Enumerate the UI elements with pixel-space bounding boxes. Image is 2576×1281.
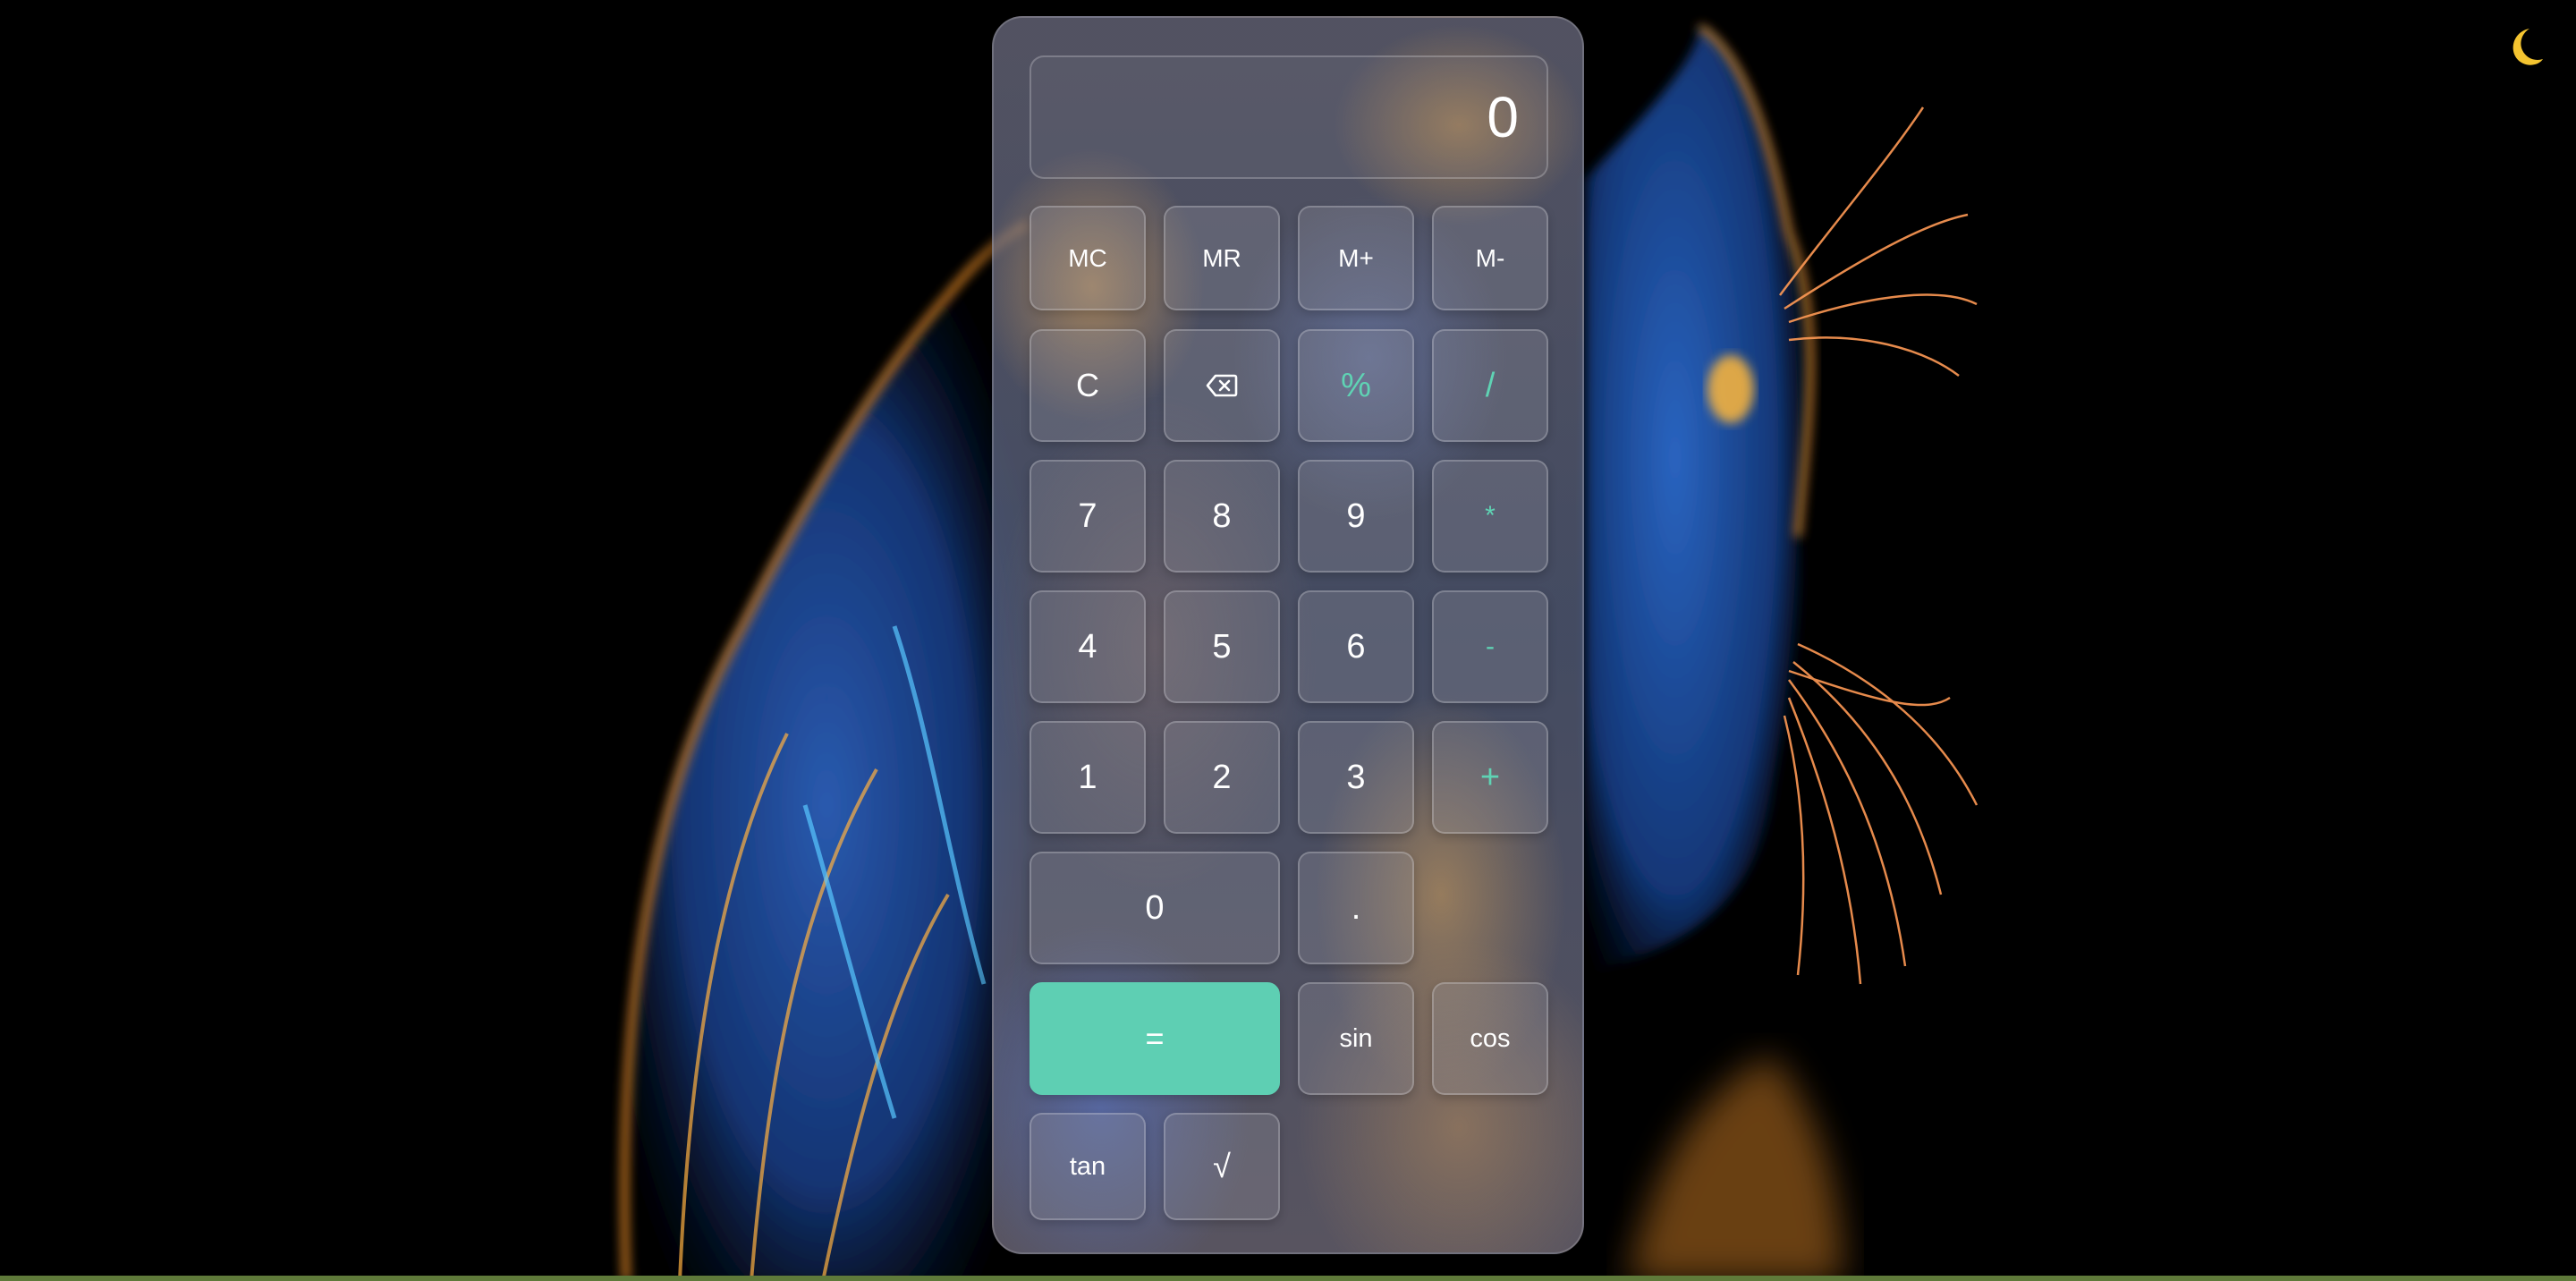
digit-2-button[interactable]: 2 <box>1164 721 1280 834</box>
divide-button[interactable]: / <box>1432 329 1548 442</box>
equals-button[interactable]: = <box>1030 982 1280 1095</box>
digit-7-button[interactable]: 7 <box>1030 460 1146 573</box>
calculator-display: 0 <box>1030 55 1548 179</box>
bottom-border <box>0 1276 2576 1281</box>
add-button[interactable]: + <box>1432 721 1548 834</box>
sin-button[interactable]: sin <box>1298 982 1414 1095</box>
decimal-button[interactable]: . <box>1298 852 1414 964</box>
multiply-button[interactable]: * <box>1432 460 1548 573</box>
backspace-icon <box>1206 374 1238 397</box>
memory-subtract-button[interactable]: M- <box>1432 206 1548 310</box>
memory-recall-button[interactable]: MR <box>1164 206 1280 310</box>
tan-button[interactable]: tan <box>1030 1113 1146 1220</box>
digit-8-button[interactable]: 8 <box>1164 460 1280 573</box>
clear-button[interactable]: C <box>1030 329 1146 442</box>
digit-9-button[interactable]: 9 <box>1298 460 1414 573</box>
backspace-button[interactable] <box>1164 329 1280 442</box>
digit-3-button[interactable]: 3 <box>1298 721 1414 834</box>
display-value: 0 <box>1487 85 1520 149</box>
app-stage: 0 MC MR M+ M- C % / 7 8 9 * 4 5 6 - 1 2 … <box>0 0 2576 1281</box>
subtract-button[interactable]: - <box>1432 590 1548 703</box>
memory-clear-button[interactable]: MC <box>1030 206 1146 310</box>
memory-add-button[interactable]: M+ <box>1298 206 1414 310</box>
calculator-panel: 0 MC MR M+ M- C % / 7 8 9 * 4 5 6 - 1 2 … <box>992 16 1584 1254</box>
moon-icon <box>2512 29 2543 65</box>
digit-0-button[interactable]: 0 <box>1030 852 1280 964</box>
digit-5-button[interactable]: 5 <box>1164 590 1280 703</box>
digit-4-button[interactable]: 4 <box>1030 590 1146 703</box>
digit-6-button[interactable]: 6 <box>1298 590 1414 703</box>
percent-button[interactable]: % <box>1298 329 1414 442</box>
cos-button[interactable]: cos <box>1432 982 1548 1095</box>
theme-toggle-button[interactable] <box>2496 20 2549 73</box>
sqrt-button[interactable]: √ <box>1164 1113 1280 1220</box>
digit-1-button[interactable]: 1 <box>1030 721 1146 834</box>
